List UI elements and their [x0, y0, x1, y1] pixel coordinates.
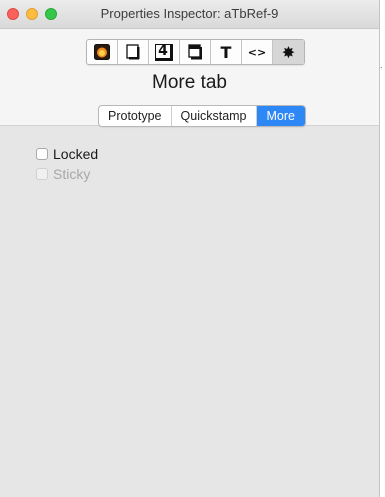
- inspector-window: Properties Inspector: aTbRef-9 4 T <> ✸ …: [0, 0, 380, 497]
- locked-option[interactable]: Locked: [36, 146, 98, 162]
- inspector-header: 4 T <> ✸ More tab Prototype Quickstamp M…: [0, 29, 379, 127]
- code-icon: <>: [247, 45, 267, 59]
- count-tab-button[interactable]: 4: [149, 40, 180, 64]
- background-window-edge: .: [380, 60, 383, 70]
- text-format-icon: T: [220, 42, 232, 62]
- text-tab-button[interactable]: [118, 40, 149, 64]
- tab-quickstamp[interactable]: Quickstamp: [172, 106, 257, 126]
- count-icon: 4: [155, 43, 173, 61]
- page-title: More tab: [152, 72, 227, 93]
- settings-tab-button[interactable]: ✸: [273, 40, 304, 64]
- locked-label: Locked: [53, 146, 99, 162]
- action-tab-button[interactable]: <>: [242, 40, 273, 64]
- sticky-option: Sticky: [36, 166, 90, 182]
- tab-prototype[interactable]: Prototype: [99, 106, 172, 126]
- inspector-toolbar: 4 T <> ✸: [86, 39, 305, 65]
- window-title: Properties Inspector: aTbRef-9: [100, 6, 279, 21]
- more-tab-content: Locked Sticky: [0, 126, 379, 497]
- locked-checkbox[interactable]: [36, 148, 48, 160]
- sticky-label: Sticky: [53, 166, 91, 182]
- text-format-tab-button[interactable]: T: [211, 40, 242, 64]
- title-bar[interactable]: Properties Inspector: aTbRef-9: [0, 0, 379, 29]
- sticky-checkbox: [36, 168, 48, 180]
- appearance-tab-button[interactable]: [87, 40, 118, 64]
- tab-more[interactable]: More: [256, 106, 305, 126]
- gear-icon: ✸: [281, 42, 296, 62]
- window-tab-button[interactable]: [180, 40, 211, 64]
- window-icon: [187, 44, 203, 60]
- appearance-icon: [94, 44, 110, 60]
- subtab-control: Prototype Quickstamp More: [98, 105, 306, 127]
- document-icon: [126, 44, 140, 60]
